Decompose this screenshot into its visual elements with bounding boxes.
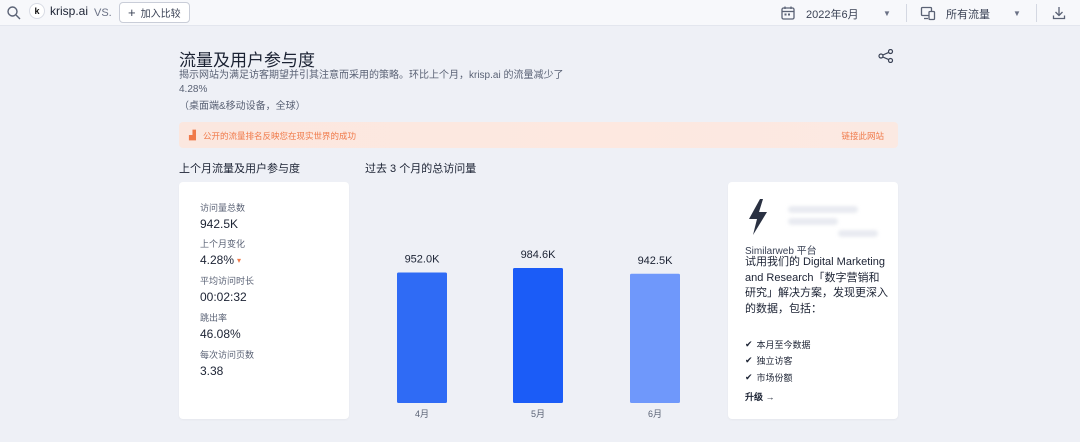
site-logo: k	[29, 3, 45, 19]
calendar-icon[interactable]	[780, 5, 796, 21]
plus-icon: +	[128, 5, 136, 20]
divider	[906, 4, 907, 22]
bar-2[interactable]	[513, 268, 563, 403]
search-icon[interactable]	[6, 5, 22, 21]
x-tick-label: 4月	[415, 409, 429, 419]
data-label: 984.6K	[521, 249, 557, 261]
visits-chart: 952.0K 4月 984.6K 5月 942.5K 6月	[360, 182, 720, 422]
down-arrow-icon: ▾	[237, 256, 242, 266]
metric-monthly-change: 上个月变化 4.28% ▾	[200, 237, 245, 267]
x-tick-label: 6月	[648, 409, 662, 419]
download-icon[interactable]	[1051, 5, 1067, 21]
vs-label: VS.	[94, 7, 112, 19]
metric-avg-duration: 平均访问时长 00:02:32	[200, 274, 254, 304]
lightning-icon	[749, 199, 767, 235]
promo-feature-list: ✔ 本月至今数据 ✔ 独立访客 ✔ 市场份额	[745, 336, 811, 386]
page-description: 揭示网站为满足访客期望并引其注意而采用的策略。环比上个月，krisp.ai 的流…	[179, 70, 564, 95]
metric-total-visits: 访问量总数 942.5K	[200, 201, 245, 231]
check-icon: ✔	[745, 338, 753, 349]
date-chevron-down-icon[interactable]: ▼	[883, 9, 891, 18]
metric-label: 跳出率	[200, 313, 228, 323]
bar-3[interactable]	[630, 273, 680, 403]
metric-pages-per-visit: 每次访问页数 3.38	[200, 348, 254, 378]
bar-1[interactable]	[397, 272, 447, 403]
metric-label: 每次访问页数	[200, 350, 255, 360]
metrics-section-title: 上个月流量及用户参与度	[179, 163, 300, 175]
traffic-selector[interactable]: 所有流量	[946, 6, 990, 22]
metric-label: 访问量总数	[200, 203, 246, 213]
traffic-chevron-down-icon[interactable]: ▼	[1013, 9, 1021, 18]
data-label: 942.5K	[638, 255, 674, 267]
date-selector[interactable]: 2022年6月	[806, 6, 859, 22]
x-tick-label: 5月	[531, 409, 545, 419]
upgrade-button[interactable]: 升级 →	[745, 390, 775, 403]
feature-label: 市场份额	[756, 372, 793, 383]
site-chip[interactable]: k krisp.ai	[29, 3, 88, 19]
metric-value: 3.38	[200, 364, 224, 378]
divider	[1036, 4, 1037, 22]
check-icon: ✔	[745, 371, 753, 382]
check-icon: ✔	[745, 355, 753, 366]
banner-link[interactable]: 链接此网站	[841, 130, 884, 142]
promo-headline: 试用我们的 Digital Marketing and Research「数字营…	[745, 256, 888, 315]
list-item: ✔ 独立访客	[745, 353, 811, 370]
list-item: ✔ 本月至今数据	[745, 336, 811, 353]
metric-bounce-rate: 跳出率 46.08%	[200, 311, 241, 341]
page-title: 流量及用户参与度	[179, 51, 315, 70]
metric-label: 平均访问时长	[200, 276, 255, 286]
device-icon[interactable]	[920, 5, 936, 21]
metric-value: 00:02:32	[200, 290, 247, 304]
metric-label: 上个月变化	[200, 239, 246, 249]
visits-bar-chart: 952.0K 4月 984.6K 5月 942.5K 6月	[397, 249, 680, 419]
add-compare-label: 加入比较	[140, 9, 181, 20]
data-label: 952.0K	[405, 253, 441, 265]
metric-value: 942.5K	[200, 217, 239, 231]
ranking-banner: ▟ 公开的流量排名反映您在现实世界的成功 链接此网站	[179, 122, 898, 148]
blurred-placeholder	[788, 218, 838, 225]
metric-value: 4.28%	[200, 253, 235, 267]
banner-text: 公开的流量排名反映您在现实世界的成功	[203, 131, 357, 141]
page-scope: （桌面端&移动设备，全球）	[179, 101, 306, 112]
metric-value: 46.08%	[200, 327, 241, 341]
blurred-placeholder	[838, 230, 878, 237]
site-name: krisp.ai	[50, 4, 89, 18]
list-item: ✔ 市场份额	[745, 369, 811, 386]
top-bar: k krisp.ai VS. + 加入比较 2022年6月 ▼ 所有流量 ▼	[0, 0, 1080, 26]
upgrade-promo-card: Similarweb 平台 试用我们的 Digital Marketing an…	[728, 182, 898, 419]
chart-up-icon: ▟	[189, 130, 196, 140]
feature-label: 本月至今数据	[756, 339, 811, 350]
chart-section-title: 过去 3 个月的总访问量	[365, 163, 477, 175]
metrics-card: 访问量总数 942.5K 上个月变化 4.28% ▾ 平均访问时长 00:02:3…	[179, 182, 349, 419]
blurred-placeholder	[788, 206, 858, 213]
feature-label: 独立访客	[756, 356, 793, 367]
add-compare-button[interactable]: + 加入比较	[119, 2, 190, 23]
share-icon[interactable]	[878, 49, 894, 63]
